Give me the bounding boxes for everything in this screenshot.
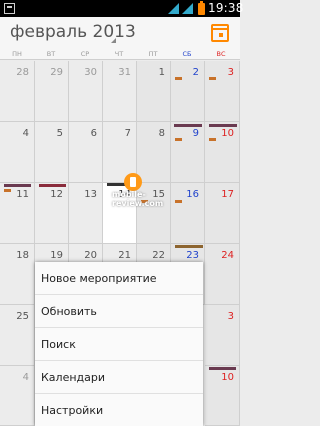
day-cell[interactable]: 24 xyxy=(205,244,240,305)
day-number: 17 xyxy=(221,189,234,200)
day-number: 10 xyxy=(221,128,234,139)
day-number: 20 xyxy=(84,250,97,261)
wifi-icon xyxy=(168,3,179,14)
day-number: 28 xyxy=(16,67,29,78)
watermark-phone-icon xyxy=(124,173,142,191)
day-number: 8 xyxy=(158,128,165,139)
action-bar: февраль 2013 xyxy=(0,17,240,50)
day-number: 4 xyxy=(22,372,29,383)
weekday-label-saturday: СБ xyxy=(182,50,192,58)
day-number: 12 xyxy=(50,189,63,200)
today-calendar-icon[interactable] xyxy=(211,24,229,42)
watermark-text: mobile-review.com xyxy=(112,190,164,208)
month-dropdown-caret-icon[interactable] xyxy=(111,38,116,43)
weekday-label: ВТ xyxy=(46,50,56,58)
menu-item-refresh[interactable]: Обновить xyxy=(35,295,203,328)
day-number: 29 xyxy=(50,67,63,78)
weekday-label: ПТ xyxy=(148,50,158,58)
day-number: 25 xyxy=(16,311,29,322)
day-cell[interactable]: 10 xyxy=(205,122,240,183)
day-cell[interactable]: 28 xyxy=(0,61,35,122)
month-title[interactable]: февраль 2013 xyxy=(10,22,136,42)
day-number: 24 xyxy=(221,250,234,261)
status-clock: 19:38 xyxy=(208,1,244,15)
event-marker xyxy=(175,138,182,141)
day-number: 31 xyxy=(118,67,131,78)
day-number: 4 xyxy=(22,128,29,139)
watermark-logo: mobile-review.com xyxy=(112,173,170,208)
day-number: 6 xyxy=(90,128,97,139)
day-cell[interactable]: 31 xyxy=(103,61,137,122)
menu-item-calendars[interactable]: Календари xyxy=(35,361,203,394)
day-number: 5 xyxy=(56,128,63,139)
day-cell[interactable]: 11 xyxy=(0,183,35,244)
day-number: 19 xyxy=(50,250,63,261)
weekday-header: ПН ВТ СР ЧТ ПТ СБ ВС xyxy=(0,50,240,60)
day-number: 3 xyxy=(227,311,234,322)
event-marker xyxy=(209,138,216,141)
weekday-label: СР xyxy=(80,50,90,58)
options-menu: Новое мероприятие Обновить Поиск Календа… xyxy=(35,262,203,426)
day-cell[interactable]: 17 xyxy=(205,183,240,244)
weekday-label: ЧТ xyxy=(114,50,124,58)
day-cell[interactable]: 18 xyxy=(0,244,35,305)
signal-icon xyxy=(182,3,193,14)
day-number: 21 xyxy=(118,250,131,261)
day-cell[interactable]: 30 xyxy=(69,61,103,122)
day-cell[interactable]: 3 xyxy=(205,61,240,122)
event-marker xyxy=(4,189,11,192)
day-number: 23 xyxy=(186,250,199,261)
day-cell[interactable]: 4 xyxy=(0,122,35,183)
event-bar xyxy=(209,367,236,370)
day-number: 22 xyxy=(152,250,165,261)
day-number: 18 xyxy=(16,250,29,261)
day-cell[interactable]: 16 xyxy=(171,183,205,244)
event-marker xyxy=(175,200,182,203)
event-bar xyxy=(209,124,237,127)
status-bar: 19:38 xyxy=(0,0,243,17)
weekday-label-sunday: ВС xyxy=(216,50,226,58)
day-number: 16 xyxy=(186,189,199,200)
day-cell[interactable]: 13 xyxy=(69,183,103,244)
day-cell[interactable]: 1 xyxy=(137,61,171,122)
day-cell[interactable]: 2 xyxy=(171,61,205,122)
menu-item-new-event[interactable]: Новое мероприятие xyxy=(35,262,203,295)
day-cell[interactable]: 25 xyxy=(0,305,35,366)
event-bar xyxy=(174,124,202,127)
day-cell[interactable]: 6 xyxy=(69,122,103,183)
day-cell[interactable]: 10 xyxy=(205,366,240,426)
day-number: 9 xyxy=(192,128,199,139)
event-bar xyxy=(39,184,66,187)
day-cell[interactable]: 9 xyxy=(171,122,205,183)
day-cell[interactable]: 3 xyxy=(205,305,240,366)
menu-item-settings[interactable]: Настройки xyxy=(35,394,203,426)
day-number: 10 xyxy=(221,372,234,383)
event-marker xyxy=(209,77,216,80)
day-number: 13 xyxy=(84,189,97,200)
day-number: 30 xyxy=(84,67,97,78)
event-bar xyxy=(4,184,31,187)
day-number: 3 xyxy=(227,67,234,78)
menu-item-search[interactable]: Поиск xyxy=(35,328,203,361)
event-marker xyxy=(175,77,182,80)
notification-icon xyxy=(4,3,15,14)
day-cell[interactable]: 12 xyxy=(35,183,69,244)
day-number: 2 xyxy=(192,67,199,78)
battery-icon xyxy=(198,1,205,15)
weekday-label: ПН xyxy=(12,50,22,58)
day-number: 11 xyxy=(16,189,29,200)
day-cell[interactable]: 4 xyxy=(0,366,35,426)
day-cell[interactable]: 29 xyxy=(35,61,69,122)
day-number: 1 xyxy=(158,67,165,78)
event-bar xyxy=(175,245,203,248)
day-number: 7 xyxy=(124,128,131,139)
day-cell[interactable]: 5 xyxy=(35,122,69,183)
